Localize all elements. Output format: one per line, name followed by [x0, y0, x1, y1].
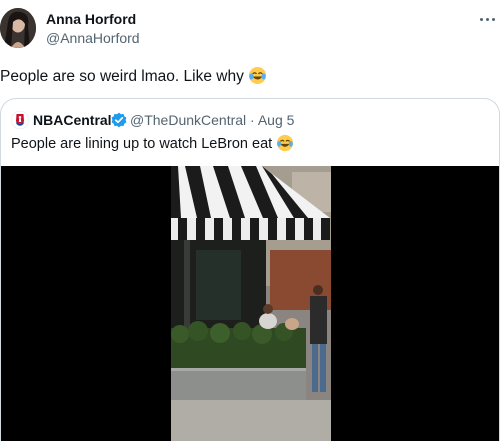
quoted-post-card[interactable]: NBACentral @TheDunkCentral · Aug 5 Peopl… [0, 98, 500, 441]
post-text: People are so weird lmao. Like why [0, 66, 267, 91]
face-with-tears-of-joy-icon [276, 134, 294, 157]
quoted-author-handle[interactable]: @TheDunkCentral [130, 112, 246, 128]
post-body: People are so weird lmao. Like why [0, 68, 244, 85]
video-frame [1, 166, 499, 441]
verified-badge-icon [111, 112, 127, 132]
quoted-avatar [11, 111, 29, 129]
face-with-tears-of-joy-icon [248, 66, 267, 91]
video-player[interactable] [1, 166, 499, 441]
more-icon [479, 17, 483, 21]
more-options-button[interactable] [476, 10, 498, 28]
author-name[interactable]: Anna Horford [46, 11, 136, 28]
quoted-author-name[interactable]: NBACentral [33, 111, 112, 129]
post-date[interactable]: Aug 5 [258, 112, 295, 128]
quoted-post-text: People are lining up to watch LeBron eat [11, 134, 294, 157]
author-handle[interactable]: @AnnaHorford [46, 30, 140, 47]
quoted-post-body: People are lining up to watch LeBron eat [11, 136, 273, 152]
dot-separator: · [250, 112, 255, 128]
post-header: Anna Horford @AnnaHorford [0, 0, 500, 60]
avatar[interactable] [0, 8, 36, 48]
quoted-handle-date: @TheDunkCentral · Aug 5 [130, 111, 294, 129]
quoted-post-header: NBACentral @TheDunkCentral · Aug 5 [11, 111, 491, 129]
